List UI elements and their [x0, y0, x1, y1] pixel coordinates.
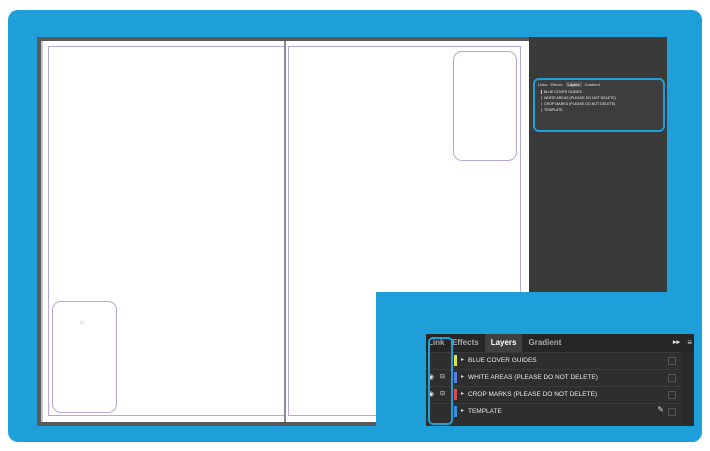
layer-name: WHITE AREAS (PLEASE DO NOT DELETE) [544, 96, 616, 100]
layer-color-swatch [541, 90, 542, 94]
highlight-callout [428, 337, 453, 425]
expand-triangle-icon[interactable]: ▸ [461, 407, 464, 414]
layer-row-blue-cover-guides[interactable]: ▸ BLUE COVER GUIDES [426, 352, 682, 368]
layer-select-box[interactable] [668, 408, 676, 416]
fold-line [284, 41, 286, 422]
layer-row-template[interactable]: ▸ TEMPLATE ✎ [426, 403, 682, 419]
layer-name: WHITE AREAS (PLEASE DO NOT DELETE) [468, 374, 598, 381]
layer-name: TEMPLATE [544, 108, 563, 112]
layer-color-swatch [541, 102, 542, 106]
top-right-white-area[interactable] [453, 51, 517, 161]
expand-triangle-icon[interactable]: ▸ [461, 390, 464, 397]
layer-name: BLUE COVER GUIDES [544, 90, 582, 94]
placeholder-x-mark: × [79, 318, 85, 329]
layer-row-crop-marks[interactable]: ◉ ⊟ ▸ CROP MARKS (PLEASE DO NOT DELETE) [426, 386, 682, 402]
tab-layers[interactable]: Layers [565, 82, 582, 87]
layer-name: CROP MARKS (PLEASE DO NOT DELETE) [468, 391, 598, 398]
expand-triangle-icon[interactable]: ▸ [461, 356, 464, 363]
tab-links[interactable]: Links [538, 82, 547, 87]
expand-triangle-icon[interactable]: ▸ [461, 373, 464, 380]
layer-color-swatch [454, 372, 457, 383]
layer-row[interactable]: TEMPLATE [535, 107, 663, 113]
layers-panel-zoom[interactable]: Link Effects Layers Gradient ▸▸ ≡ ▸ BLUE… [426, 334, 694, 426]
tab-effects[interactable]: Effects [550, 82, 562, 87]
panel-dock [529, 37, 667, 292]
layer-row-white-areas[interactable]: ◉ ⊟ ▸ WHITE AREAS (PLEASE DO NOT DELETE) [426, 369, 682, 385]
layer-color-swatch [454, 389, 457, 400]
tab-layers[interactable]: Layers [484, 334, 523, 352]
layer-name: CROP MARKS (PLEASE DO NOT DELETE) [544, 102, 616, 106]
panel-menu-icon[interactable]: ≡ [687, 334, 692, 352]
layer-name: TEMPLATE [468, 408, 502, 415]
layer-select-box[interactable] [668, 357, 676, 365]
panel-scrollbar[interactable] [682, 352, 694, 426]
panel-tabs: Links Effects Layers Gradient [535, 80, 663, 89]
panel-tabs: Link Effects Layers Gradient ▸▸ ≡ [426, 334, 694, 352]
layer-select-box[interactable] [668, 391, 676, 399]
layer-color-swatch [454, 406, 457, 417]
layer-color-swatch [541, 108, 542, 112]
layer-name: BLUE COVER GUIDES [468, 357, 537, 364]
layer-select-box[interactable] [668, 374, 676, 382]
layers-panel-small[interactable]: Links Effects Layers Gradient BLUE COVER… [533, 78, 665, 132]
bottom-left-white-area[interactable]: × [52, 301, 117, 413]
collapse-arrows-icon[interactable]: ▸▸ [673, 334, 680, 352]
tab-gradient[interactable]: Gradient [522, 334, 567, 352]
pen-icon: ✎ [657, 405, 664, 414]
screenshot-frame: × Links Effects Layers Gradient BLUE COV… [0, 0, 710, 451]
layer-color-swatch [541, 96, 542, 100]
tab-gradient[interactable]: Gradient [585, 82, 600, 87]
layer-color-swatch [454, 355, 457, 366]
